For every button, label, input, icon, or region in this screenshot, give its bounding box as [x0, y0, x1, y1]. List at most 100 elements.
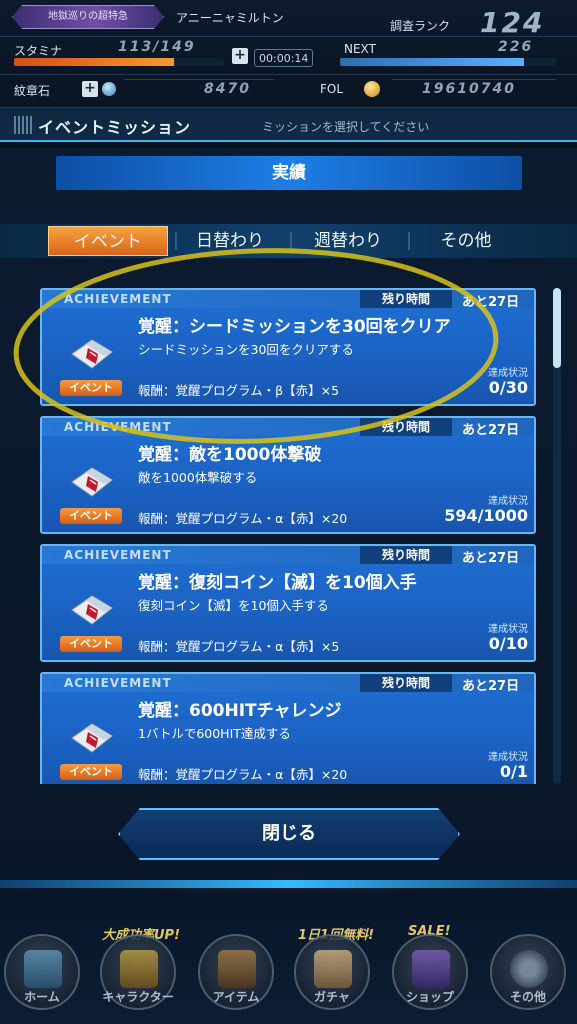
progress-value: 0/1 [499, 762, 528, 781]
nav-other[interactable]: その他 [490, 934, 566, 1010]
mission-card[interactable]: ACHIEVEMENT 残り時間 あと27日イベント 覚醒：敵を1000体撃破敵を10… [40, 416, 536, 534]
event-type-badge: イベント [60, 508, 122, 524]
stamina-timer: 00:00:14 [254, 49, 314, 67]
progress-label: 達成状況 [488, 496, 528, 507]
achievement-label: ACHIEVEMENT [64, 292, 172, 306]
achievement-label: ACHIEVEMENT [64, 420, 172, 434]
nav-item-label: アイテム [212, 990, 260, 1004]
tab-divider [408, 232, 410, 250]
nav-home-label: ホーム [24, 990, 60, 1004]
remaining-time-label: 残り時間 [360, 674, 452, 692]
mission-card[interactable]: ACHIEVEMENT 残り時間 あと27日イベント 覚醒：復刻コイン【滅】を10個入… [40, 544, 536, 662]
mission-title: 覚醒：シードミッションを30回をクリア [138, 317, 451, 337]
home-icon [24, 950, 62, 988]
nav-home[interactable]: ホーム [4, 934, 80, 1010]
program-chip-icon [68, 334, 114, 374]
gacha-icon [314, 950, 352, 988]
scrollbar-thumb[interactable] [553, 288, 561, 368]
nav-shop[interactable]: ショップ [392, 934, 468, 1010]
title-stripes-icon [14, 116, 32, 134]
character-icon [120, 950, 158, 988]
remaining-time-value: あと27日 [462, 423, 520, 438]
remaining-time-label: 残り時間 [360, 418, 452, 436]
mission-list[interactable]: ACHIEVEMENT 残り時間 あと27日 イベント 覚醒：シードミッションを30回を… [40, 288, 540, 784]
nav-gacha-label: ガチャ [314, 990, 350, 1004]
tab-bar: イベント 日替わり 週替わり その他 [0, 224, 577, 258]
nav-item[interactable]: アイテム [198, 934, 274, 1010]
nav-character[interactable]: キャラクター [100, 934, 176, 1010]
divider [0, 74, 577, 75]
player-name: アニーニャミルトン [176, 11, 284, 25]
program-chip-icon [68, 462, 114, 502]
tab-divider [175, 232, 177, 250]
nav-gacha[interactable]: ガチャ [294, 934, 370, 1010]
stamina-plus-icon[interactable]: + [232, 48, 248, 64]
gear-icon [510, 950, 548, 988]
remaining-time-label: 残り時間 [360, 290, 452, 308]
event-type-badge: イベント [60, 764, 122, 780]
mission-card[interactable]: ACHIEVEMENT 残り時間 あと27日イベント 覚醒：シードミッションを30回を… [40, 288, 536, 406]
divider [0, 36, 577, 37]
progress-label: 達成状況 [488, 624, 528, 635]
crest-stone-icon [102, 82, 116, 96]
item-bag-icon [218, 950, 256, 988]
mission-card[interactable]: ACHIEVEMENT 残り時間 あと27日イベント 覚醒：600HITチャレンジ 1バ… [40, 672, 536, 784]
mission-title: 覚醒：600HITチャレンジ [138, 701, 342, 721]
event-badge[interactable]: 地獄巡りの超特急 [12, 5, 164, 29]
mission-reward: 報酬：覚醒プログラム・β【赤】×5 [138, 383, 340, 398]
achievement-label: ACHIEVEMENT [64, 548, 172, 562]
shop-icon [412, 950, 450, 988]
screen-hint: ミッションを選択してください [262, 120, 430, 134]
dialog-header: 実績 [56, 156, 522, 190]
progress-label: 達成状況 [488, 752, 528, 763]
mission-description: 敵を1000体撃破する [138, 470, 258, 485]
tab-weekly[interactable]: 週替わり [298, 226, 398, 256]
screen-title-bar: イベントミッション ミッションを選択してください [0, 108, 577, 142]
mission-reward: 報酬：覚醒プログラム・α【赤】×5 [138, 639, 340, 654]
remaining-time-label: 残り時間 [360, 546, 452, 564]
stamina-label: スタミナ [14, 44, 63, 58]
tab-daily[interactable]: 日替わり [180, 226, 280, 256]
mission-reward: 報酬：覚醒プログラム・α【赤】×20 [138, 767, 348, 782]
tab-event[interactable]: イベント [48, 226, 168, 256]
next-label: NEXT [344, 42, 376, 56]
mission-title: 覚醒：復刻コイン【滅】を10個入手 [138, 573, 417, 593]
fol-coin-icon [364, 81, 380, 97]
bottom-nav: 大成功率UP! 1日1回無料! SALE! ホーム キャラクター アイテム ガチ… [0, 894, 577, 1024]
tab-divider [290, 232, 292, 250]
stamina-bar-fill [14, 58, 174, 66]
nav-shop-label: ショップ [405, 990, 454, 1004]
remaining-time-value: あと27日 [462, 551, 520, 566]
fol-label: FOL [320, 82, 344, 96]
remaining-time-value: あと27日 [462, 679, 520, 694]
remaining-time-value: あと27日 [462, 295, 520, 310]
nav-other-label: その他 [509, 990, 546, 1004]
mission-reward: 報酬：覚醒プログラム・α【赤】×20 [138, 511, 348, 526]
fol-value: 19610740 [422, 81, 516, 97]
scrollbar[interactable] [553, 288, 561, 784]
dialog-bottom-edge [0, 880, 577, 888]
tab-other[interactable]: その他 [418, 226, 514, 256]
program-chip-icon [68, 718, 114, 758]
status-bar: 地獄巡りの超特急 アニーニャミルトン 調査ランク 124 スタミナ 113/14… [0, 0, 577, 108]
screen-title: イベントミッション [38, 118, 192, 137]
next-exp-bar-fill [340, 58, 524, 66]
close-button[interactable]: 閉じる [118, 808, 460, 860]
rank-label: 調査ランク [390, 19, 451, 33]
progress-label: 達成状況 [488, 368, 528, 379]
progress-value: 0/10 [488, 634, 528, 653]
event-type-badge: イベント [60, 636, 122, 652]
event-type-badge: イベント [60, 380, 122, 396]
crest-stone-plus-icon[interactable]: + [82, 81, 98, 97]
crest-stone-label: 紋章石 [14, 84, 51, 98]
mission-title: 覚醒：敵を1000体撃破 [138, 445, 322, 465]
crest-stone-value: 8470 [204, 81, 251, 97]
progress-value: 0/30 [488, 378, 528, 397]
achievement-label: ACHIEVEMENT [64, 676, 172, 690]
program-chip-icon [68, 590, 114, 630]
mission-dialog: 実績 イベント 日替わり 週替わり その他 ACHIEVEMENT 残り時間 あと2… [0, 148, 577, 894]
next-value: 226 [498, 39, 534, 55]
stamina-bar [14, 58, 224, 66]
mission-description: 1バトルで600HIT達成する [138, 726, 291, 741]
mission-description: 復刻コイン【滅】を10個入手する [138, 598, 329, 613]
